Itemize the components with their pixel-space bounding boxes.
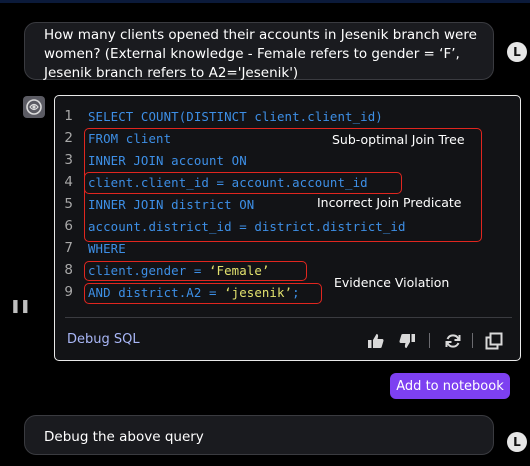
separator: [429, 333, 430, 348]
join-predicate-note: Incorrect Join Predicate: [317, 195, 462, 210]
line-number: 1: [64, 108, 73, 124]
assistant-avatar-icon: [23, 96, 45, 118]
user-avatar: L: [507, 42, 527, 62]
code-line: 1 SELECT COUNT(DISTINCT client.client_id…: [55, 106, 520, 128]
regenerate-icon[interactable]: [444, 332, 462, 350]
pause-icon[interactable]: ❚❚: [10, 299, 31, 314]
question-line: Jesenik branch refers to A2='Jesenik'): [44, 65, 299, 81]
evidence-note: Evidence Violation: [334, 275, 450, 290]
copy-icon[interactable]: [485, 332, 503, 350]
add-to-notebook-button[interactable]: Add to notebook: [390, 373, 510, 399]
line-number: 9: [64, 284, 73, 300]
thumbs-up-icon[interactable]: [367, 332, 385, 350]
top-border: [0, 0, 530, 3]
line-number: 8: [64, 262, 73, 278]
sql-text: WHERE: [88, 241, 126, 256]
user-avatar: L: [507, 432, 527, 452]
line-number: 6: [64, 218, 73, 234]
line-number: 2: [64, 130, 73, 146]
debug-sql-button[interactable]: Debug SQL: [67, 332, 140, 347]
gender-filter-highlight: [84, 261, 307, 281]
line-number: 7: [64, 240, 73, 256]
question-line: How many clients opened their accounts i…: [44, 27, 477, 43]
sql-response-panel: 1 SELECT COUNT(DISTINCT client.client_id…: [54, 95, 521, 361]
sql-text: SELECT COUNT(DISTINCT client.client_id): [88, 109, 383, 124]
join-tree-note: Sub-optimal Join Tree: [332, 132, 465, 147]
line-number: 5: [64, 196, 73, 212]
user-question-bubble: How many clients opened their accounts i…: [24, 22, 494, 81]
divider: [65, 317, 512, 318]
district-filter-highlight: [84, 283, 322, 304]
join-predicate-highlight: [84, 172, 402, 194]
user-message-bubble: Debug the above query: [24, 415, 494, 455]
separator: [472, 333, 473, 348]
line-number: 3: [64, 152, 73, 168]
line-number: 4: [64, 174, 73, 190]
thumbs-down-icon[interactable]: [398, 332, 416, 350]
question-line: women? (External knowledge - Female refe…: [44, 46, 460, 62]
followup-text: Debug the above query: [44, 429, 204, 445]
